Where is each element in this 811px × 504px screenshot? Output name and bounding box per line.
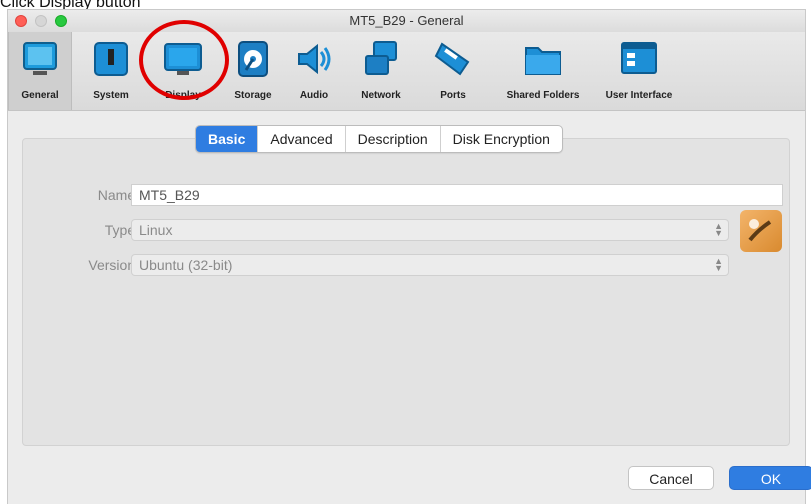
window-title: MT5_B29 - General: [349, 13, 464, 28]
storage-icon: [233, 38, 273, 80]
tab-basic[interactable]: Basic: [196, 126, 259, 152]
toolbar-general-button[interactable]: General: [8, 32, 72, 110]
type-label: Type:: [104, 222, 139, 238]
shared-folders-icon: [523, 38, 563, 80]
name-field[interactable]: MT5_B29: [131, 184, 783, 206]
network-icon: [361, 38, 401, 80]
system-icon: [91, 38, 131, 80]
zoom-icon[interactable]: [55, 15, 67, 27]
settings-window: MT5_B29 - General General System Display: [7, 9, 811, 504]
tab-description[interactable]: Description: [346, 126, 441, 152]
toolbar-storage-button[interactable]: Storage: [228, 32, 278, 110]
user-interface-icon: [619, 38, 659, 80]
type-value: Linux: [139, 222, 173, 238]
toolbar: General System Display Storage Audio Net…: [8, 32, 805, 111]
cancel-button[interactable]: Cancel: [628, 466, 714, 490]
toolbar-ports-button[interactable]: Ports: [433, 32, 473, 110]
toolbar-shared-folders-button[interactable]: Shared Folders: [495, 32, 591, 110]
select-stepper-icon: ▲ ▼: [714, 221, 723, 238]
version-select[interactable]: Ubuntu (32-bit) ▲ ▼: [131, 254, 729, 276]
version-value: Ubuntu (32-bit): [139, 257, 233, 273]
ok-button[interactable]: OK: [729, 466, 811, 490]
toolbar-network-button[interactable]: Network: [357, 32, 405, 110]
close-icon[interactable]: [15, 15, 27, 27]
display-icon: [163, 38, 203, 80]
settings-panel: Name: MT5_B29 Type: Linux ▲ ▼ Version: Ub…: [22, 138, 790, 446]
audio-icon: [294, 38, 334, 80]
name-label: Name:: [97, 187, 139, 203]
ports-icon: [433, 38, 473, 80]
title-bar: MT5_B29 - General: [8, 10, 805, 32]
tab-advanced[interactable]: Advanced: [258, 126, 346, 152]
os-type-icon: [740, 210, 782, 252]
type-select[interactable]: Linux ▲ ▼: [131, 219, 729, 241]
toolbar-system-button[interactable]: System: [86, 32, 136, 110]
version-label: Version:: [88, 257, 139, 273]
tab-bar: Basic Advanced Description Disk Encrypti…: [195, 125, 563, 153]
toolbar-audio-button[interactable]: Audio: [294, 32, 334, 110]
tab-disk-encryption[interactable]: Disk Encryption: [441, 126, 562, 152]
general-icon: [20, 38, 60, 80]
toolbar-display-button[interactable]: Display: [157, 32, 209, 110]
minimize-icon[interactable]: [35, 15, 47, 27]
select-stepper-icon: ▲ ▼: [714, 256, 723, 273]
toolbar-user-interface-button[interactable]: User Interface: [599, 32, 679, 110]
